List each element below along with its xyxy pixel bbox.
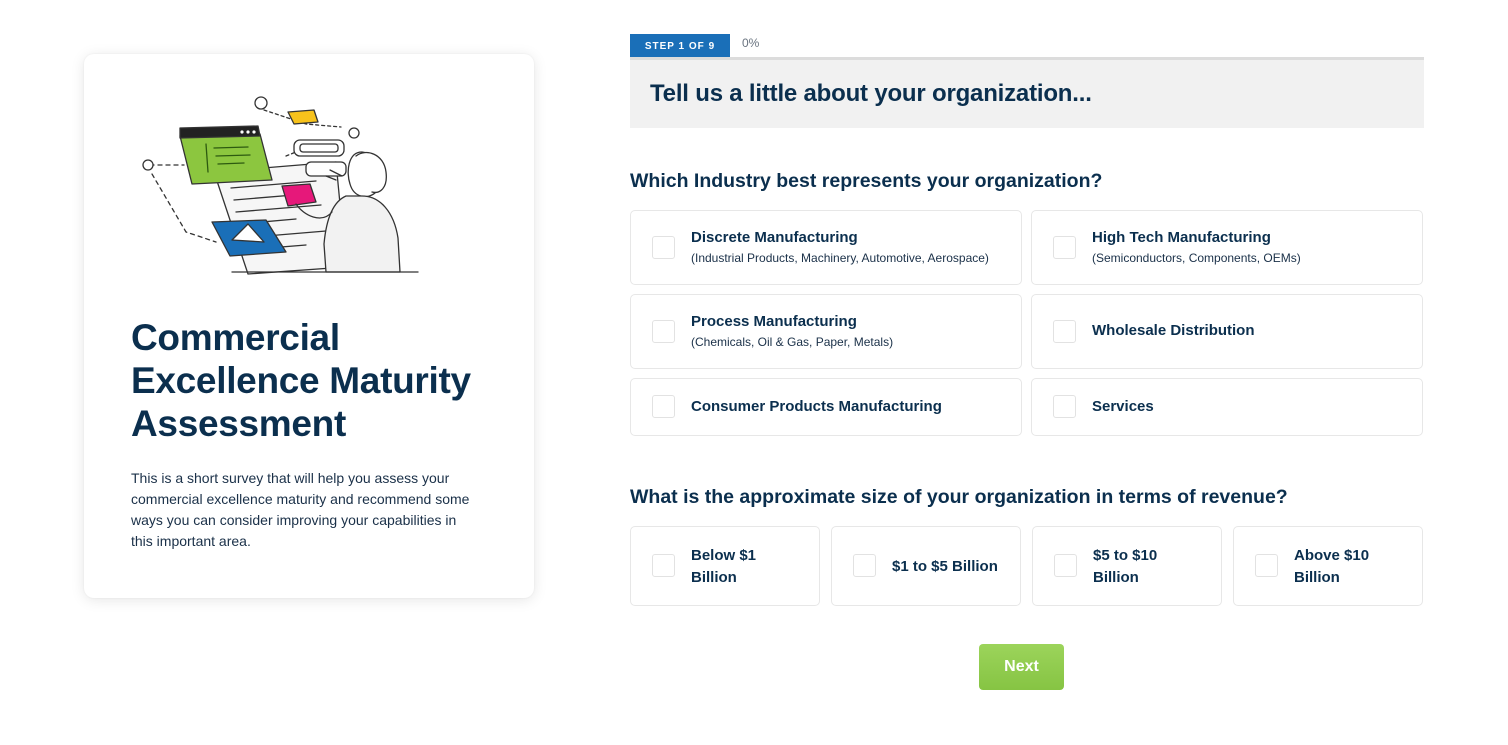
option-label: Discrete Manufacturing: [691, 229, 858, 246]
checkbox[interactable]: [853, 554, 876, 577]
option-label: High Tech Manufacturing: [1092, 229, 1271, 246]
option-process-manufacturing[interactable]: Process Manufacturing (Chemicals, Oil & …: [630, 294, 1022, 369]
next-button[interactable]: Next: [979, 644, 1064, 690]
option-services[interactable]: Services: [1031, 378, 1423, 436]
survey-illustration: [142, 96, 419, 275]
checkbox[interactable]: [1053, 236, 1076, 259]
page-title: Commercial Excellence Maturity Assessmen…: [131, 317, 471, 444]
option-1-to-5-billion[interactable]: $1 to $5 Billion: [831, 526, 1021, 606]
option-discrete-manufacturing[interactable]: Discrete Manufacturing (Industrial Produ…: [630, 210, 1022, 285]
option-label: Process Manufacturing: [691, 313, 857, 330]
checkbox[interactable]: [1053, 395, 1076, 418]
option-label: $1 to $5 Billion: [892, 558, 998, 575]
option-sublabel: (Industrial Products, Machinery, Automot…: [691, 251, 989, 265]
option-5-to-10-billion[interactable]: $5 to $10 Billion: [1032, 526, 1222, 606]
checkbox[interactable]: [1053, 320, 1076, 343]
step-badge: STEP 1 OF 9: [630, 34, 730, 59]
checkbox[interactable]: [1255, 554, 1278, 577]
option-below-1-billion[interactable]: Below $1 Billion: [630, 526, 820, 606]
checkbox[interactable]: [652, 395, 675, 418]
progress-percent: 0%: [742, 36, 760, 50]
option-label: Services: [1092, 398, 1154, 415]
option-above-10-billion[interactable]: Above $10 Billion: [1233, 526, 1423, 606]
checkbox[interactable]: [1054, 554, 1077, 577]
option-wholesale-distribution[interactable]: Wholesale Distribution: [1031, 294, 1423, 369]
option-label: Consumer Products Manufacturing: [691, 398, 942, 415]
option-label: Wholesale Distribution: [1092, 322, 1255, 339]
option-sublabel: (Chemicals, Oil & Gas, Paper, Metals): [691, 335, 894, 349]
intro-card: Commercial Excellence Maturity Assessmen…: [84, 54, 534, 598]
checkbox[interactable]: [652, 320, 675, 343]
checkbox[interactable]: [652, 236, 675, 259]
progress-header: STEP 1 OF 9 0%: [630, 34, 1424, 60]
intro-description: This is a short survey that will help yo…: [131, 470, 470, 549]
option-label: Above $10 Billion: [1294, 547, 1370, 586]
option-label: $5 to $10 Billion: [1093, 547, 1158, 586]
option-consumer-products-manufacturing[interactable]: Consumer Products Manufacturing: [630, 378, 1022, 436]
question-revenue: What is the approximate size of your org…: [630, 486, 1288, 508]
option-label: Below $1 Billion: [691, 547, 757, 586]
option-high-tech-manufacturing[interactable]: High Tech Manufacturing (Semiconductors,…: [1031, 210, 1423, 285]
question-industry: Which Industry best represents your orga…: [630, 170, 1103, 192]
section-heading: Tell us a little about your organization…: [650, 80, 1092, 107]
checkbox[interactable]: [652, 554, 675, 577]
option-sublabel: (Semiconductors, Components, OEMs): [1092, 251, 1301, 265]
section-header: Tell us a little about your organization…: [630, 60, 1424, 128]
